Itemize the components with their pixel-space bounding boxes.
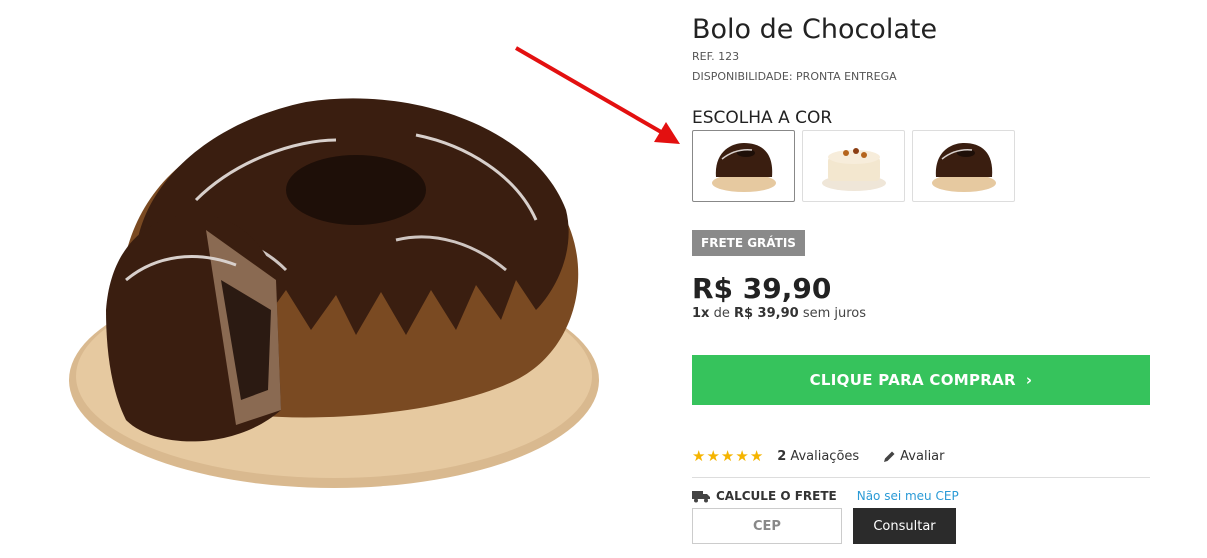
star-icon: ★ — [720, 447, 735, 465]
buy-button[interactable]: CLIQUE PARA COMPRAR › — [692, 355, 1150, 405]
cake-thumbnail-icon — [822, 148, 886, 191]
rate-button[interactable]: Avaliar — [883, 448, 945, 464]
installments-suffix: sem juros — [802, 306, 867, 321]
truck-icon — [692, 490, 710, 502]
variant-swatch-1[interactable] — [692, 130, 795, 202]
star-icon: ★ — [749, 447, 764, 465]
product-price: R$ 39,90 — [692, 272, 832, 305]
chevron-right-icon: › — [1025, 371, 1033, 389]
installments-info: 1x de R$ 39,90 sem juros — [692, 306, 866, 321]
buy-button-label: CLIQUE PARA COMPRAR — [809, 371, 1016, 389]
annotation-arrow-icon — [514, 46, 680, 144]
divider — [692, 477, 1150, 478]
cake-thumbnail-icon — [712, 143, 776, 192]
pencil-icon — [884, 451, 895, 462]
star-icon: ★ — [692, 447, 706, 465]
review-count: 2 — [777, 448, 787, 464]
consult-button[interactable]: Consultar — [853, 508, 956, 544]
rating-row: ★ ★ ★ ★ ★ 2 Avaliações Avaliar — [692, 448, 945, 464]
variant-swatch-3[interactable] — [912, 130, 1015, 202]
installments-de: de — [713, 306, 730, 321]
product-ref: REF. 123 — [692, 50, 740, 63]
reviews-label[interactable]: Avaliações — [790, 449, 859, 464]
rating-stars: ★ ★ ★ ★ ★ — [692, 448, 763, 464]
cep-input[interactable] — [692, 508, 842, 544]
shipping-calc-row: CALCULE O FRETE Não sei meu CEP — [692, 489, 959, 503]
cake-thumbnail-icon — [932, 143, 996, 192]
choose-color-label: ESCOLHA A COR — [692, 108, 833, 128]
rate-label: Avaliar — [900, 448, 945, 464]
installments-value: R$ 39,90 — [733, 306, 799, 321]
product-availability: DISPONIBILIDADE: PRONTA ENTREGA — [692, 70, 897, 83]
shipping-calc-label: CALCULE O FRETE — [716, 489, 837, 503]
free-shipping-badge: FRETE GRÁTIS — [692, 230, 805, 256]
installments-count: 1x — [692, 306, 710, 321]
variant-swatch-2[interactable] — [802, 130, 905, 202]
star-icon: ★ — [706, 447, 720, 465]
product-title: Bolo de Chocolate — [692, 14, 938, 45]
unknown-cep-link[interactable]: Não sei meu CEP — [857, 489, 959, 503]
star-icon: ★ — [735, 447, 749, 465]
